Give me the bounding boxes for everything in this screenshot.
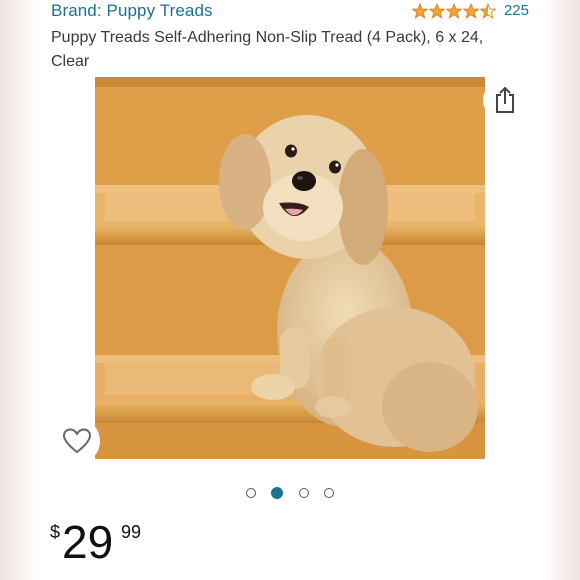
star-icon xyxy=(462,2,479,19)
favorite-button[interactable] xyxy=(54,418,100,464)
brand-link[interactable]: Brand: Puppy Treads xyxy=(51,1,213,21)
left-edge xyxy=(0,0,36,580)
rating-count[interactable]: 225 xyxy=(504,2,529,19)
image-carousel-indicator xyxy=(246,486,334,500)
share-icon xyxy=(496,86,514,113)
carousel-dot[interactable] xyxy=(298,488,309,498)
price-whole: 29 xyxy=(62,516,114,568)
star-icon xyxy=(479,2,496,19)
brand-rating-row: Brand: Puppy Treads 225 xyxy=(51,0,529,26)
star-icon xyxy=(411,2,428,19)
carousel-dot[interactable] xyxy=(246,488,256,498)
share-button[interactable] xyxy=(483,80,527,120)
heart-icon xyxy=(62,428,92,454)
star-icon xyxy=(445,2,462,19)
product-title: Puppy Treads Self-Adhering Non-Slip Trea… xyxy=(51,29,484,70)
price-fraction: 99 xyxy=(121,522,142,542)
product-image[interactable] xyxy=(95,77,485,459)
rating-stars xyxy=(411,2,497,19)
rating-summary[interactable]: 225 xyxy=(411,2,529,19)
carousel-dot[interactable] xyxy=(323,488,334,498)
price-currency-symbol: $ xyxy=(50,522,61,542)
right-edge xyxy=(544,0,580,580)
dog-on-stairs-photo xyxy=(95,77,485,459)
product-card: Brand: Puppy Treads 225 Puppy Treads Sel… xyxy=(34,0,546,580)
star-icon xyxy=(428,2,445,19)
carousel-dot[interactable] xyxy=(271,487,284,499)
